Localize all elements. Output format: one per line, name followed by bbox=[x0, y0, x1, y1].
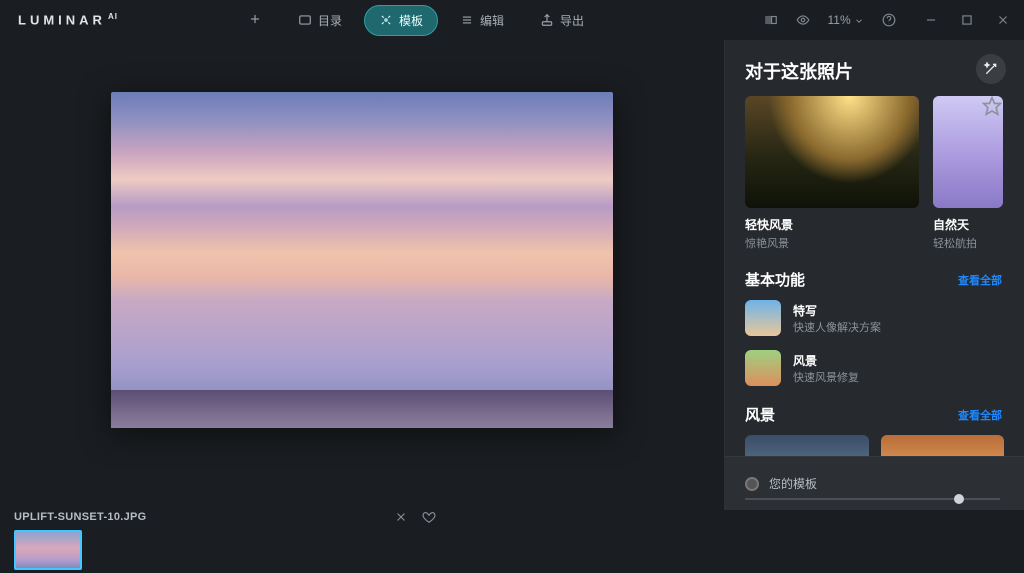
basic-func-item[interactable]: 特写 快速人像解决方案 bbox=[745, 300, 1024, 336]
nav-edit[interactable]: 编辑 bbox=[446, 6, 518, 35]
magic-wand-button[interactable] bbox=[976, 54, 1006, 84]
basic-func-subtitle: 快速人像解决方案 bbox=[793, 319, 881, 335]
basic-func-title: 特写 bbox=[793, 302, 881, 319]
help-icon[interactable] bbox=[882, 13, 896, 27]
filmstrip-thumbnail[interactable] bbox=[14, 530, 82, 570]
basic-func-title: 风景 bbox=[793, 352, 859, 369]
star-icon bbox=[982, 96, 1002, 116]
template-card[interactable]: 自然天 轻松航拍 bbox=[933, 96, 1003, 251]
app-logo: LUMINARAI bbox=[18, 12, 118, 27]
zoom-dropdown[interactable]: 11% bbox=[828, 13, 864, 27]
reject-button[interactable] bbox=[394, 510, 408, 524]
nav-templates[interactable]: 模板 bbox=[364, 5, 438, 36]
see-all-scenery-link[interactable]: 查看全部 bbox=[958, 407, 1002, 423]
scenery-heading: 风景 bbox=[745, 404, 775, 425]
nav-catalog[interactable]: 目录 bbox=[284, 6, 356, 35]
template-card-subtitle: 轻松航拍 bbox=[933, 235, 1003, 251]
template-card-title: 自然天 bbox=[933, 216, 1003, 233]
templates-panel: 对于这张照片 轻快风景 惊艳风景 自然天 轻松航拍 基本功能 查看全部 特写 bbox=[724, 40, 1024, 510]
window-minimize-button[interactable] bbox=[924, 13, 938, 27]
your-templates-radio[interactable] bbox=[745, 477, 759, 491]
magic-wand-icon bbox=[983, 61, 999, 77]
nav-catalog-label: 目录 bbox=[318, 12, 342, 29]
add-button[interactable] bbox=[248, 12, 262, 29]
current-filename: UPLIFT-SUNSET-10.JPG bbox=[14, 511, 147, 523]
preview-eye-icon[interactable] bbox=[796, 13, 810, 27]
favorite-star-button[interactable] bbox=[982, 96, 1002, 116]
main-canvas-image[interactable] bbox=[111, 92, 613, 428]
nav-export-label: 导出 bbox=[560, 12, 584, 29]
template-card-thumb bbox=[745, 96, 919, 208]
favorite-heart-button[interactable] bbox=[422, 510, 436, 524]
basic-func-thumb bbox=[745, 350, 781, 386]
basic-func-thumb bbox=[745, 300, 781, 336]
basics-heading: 基本功能 bbox=[745, 269, 805, 290]
nav-export[interactable]: 导出 bbox=[526, 6, 598, 35]
window-maximize-button[interactable] bbox=[960, 13, 974, 27]
compare-icon[interactable] bbox=[764, 13, 778, 27]
see-all-basics-link[interactable]: 查看全部 bbox=[958, 272, 1002, 288]
slider-thumb[interactable] bbox=[954, 494, 964, 504]
window-close-button[interactable] bbox=[996, 13, 1010, 27]
basic-func-subtitle: 快速风景修复 bbox=[793, 369, 859, 385]
nav-edit-label: 编辑 bbox=[480, 12, 504, 29]
chevron-down-icon bbox=[854, 16, 864, 26]
template-card[interactable]: 轻快风景 惊艳风景 bbox=[745, 96, 919, 251]
nav-templates-label: 模板 bbox=[399, 12, 423, 29]
your-templates-label: 您的模板 bbox=[769, 475, 817, 492]
basic-func-item[interactable]: 风景 快速风景修复 bbox=[745, 350, 1024, 386]
template-card-title: 轻快风景 bbox=[745, 216, 919, 233]
template-card-subtitle: 惊艳风景 bbox=[745, 235, 919, 251]
